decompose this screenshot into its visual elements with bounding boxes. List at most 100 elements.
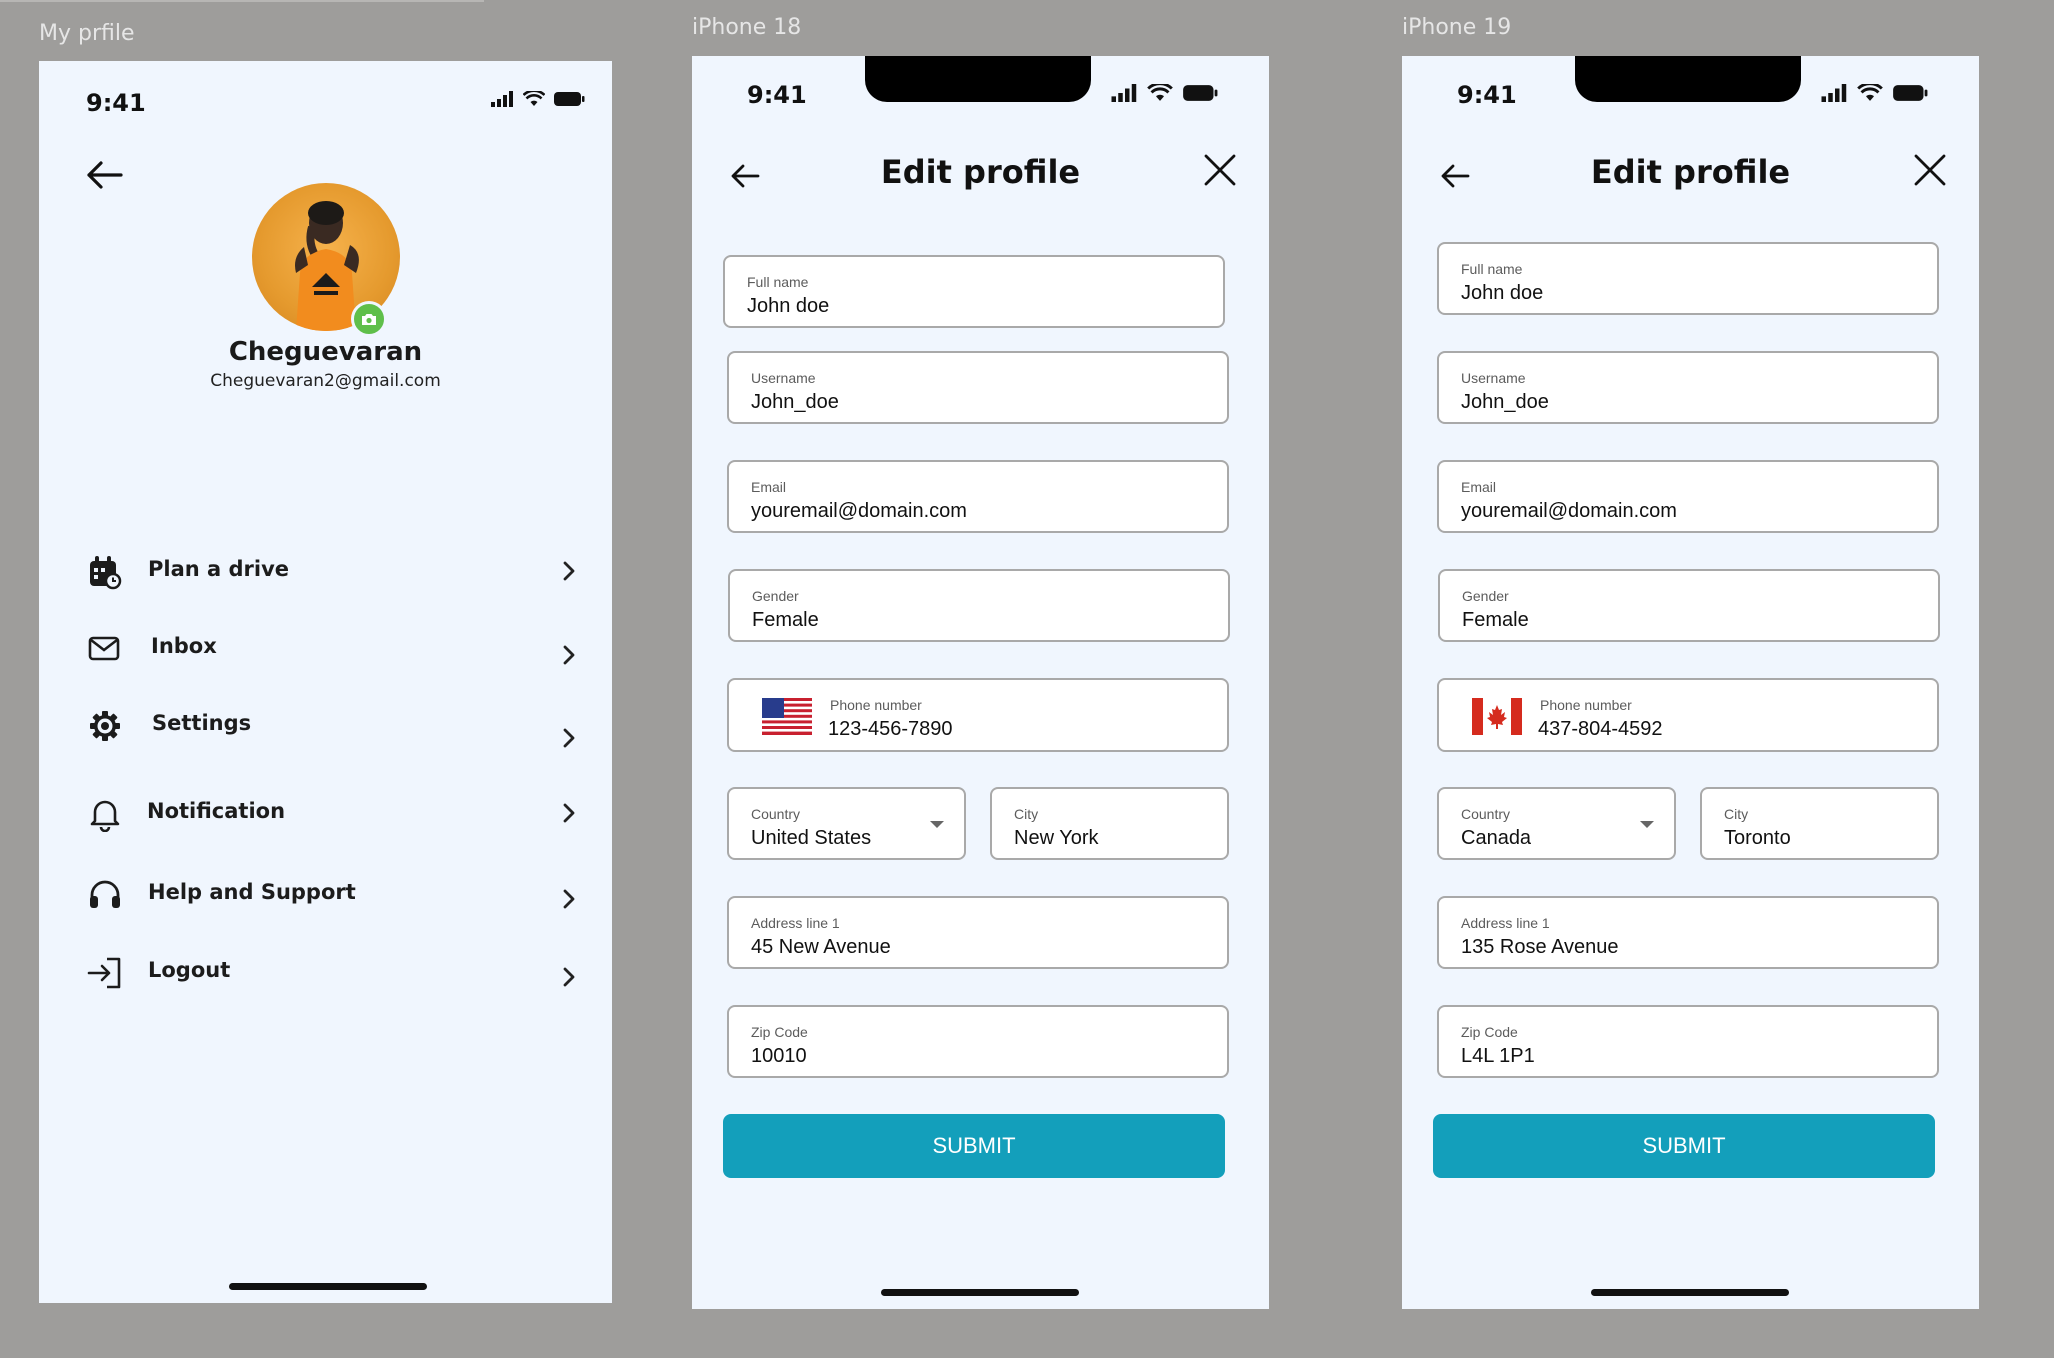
us-flag-icon[interactable] (762, 698, 812, 735)
field-label: Address line 1 (751, 915, 840, 931)
frame-label-iphone18: iPhone 18 (692, 15, 802, 40)
field-label: Zip Code (1461, 1024, 1518, 1040)
home-indicator (229, 1283, 427, 1290)
canvas-divider (0, 0, 484, 2)
chevron-right-icon (563, 967, 575, 987)
status-icons (491, 91, 585, 107)
caret-down-icon (1640, 821, 1654, 828)
profile-screen: 9:41 Cheguevaran Cheguevaran2@gmail.com … (39, 61, 612, 1303)
field-label: Gender (752, 588, 799, 604)
field-value: youremail@domain.com (751, 500, 967, 522)
menu-item-help-and-support[interactable]: Help and Support (87, 867, 587, 917)
chevron-right-icon (563, 645, 575, 665)
wifi-icon (1857, 84, 1883, 101)
field-value: Toronto (1724, 827, 1791, 849)
battery-icon (554, 92, 585, 106)
gender-field[interactable]: Gender Female (728, 569, 1230, 642)
field-value: 135 Rose Avenue (1461, 936, 1619, 958)
camera-icon[interactable] (351, 301, 387, 337)
field-label: Username (1461, 370, 1526, 386)
field-label: Phone number (830, 697, 922, 713)
back-arrow-icon[interactable] (85, 160, 123, 190)
profile-email: Cheguevaran2@gmail.com (210, 371, 441, 391)
field-value: Female (1462, 609, 1529, 631)
field-value: 45 New Avenue (751, 936, 891, 958)
country-select[interactable]: Country Canada (1437, 787, 1676, 860)
field-value: 10010 (751, 1045, 807, 1067)
field-value: 123-456-7890 (828, 718, 953, 740)
address-line-1-field[interactable]: Address line 1 45 New Avenue (727, 896, 1229, 969)
phone-number-field[interactable]: Phone number 123-456-7890 (727, 678, 1229, 752)
menu-label: Plan a drive (148, 557, 290, 581)
mail-icon (88, 636, 120, 661)
field-value: L4L 1P1 (1461, 1045, 1535, 1067)
full-name-field[interactable]: Full name John doe (723, 255, 1225, 328)
edit-profile-screen-us: 9:41 Edit profile Full name John doe Use… (692, 56, 1269, 1309)
gender-field[interactable]: Gender Female (1438, 569, 1940, 642)
status-icons (1821, 84, 1929, 102)
address-line-1-field[interactable]: Address line 1 135 Rose Avenue (1437, 896, 1939, 969)
field-label: City (1724, 806, 1749, 822)
canada-flag-icon[interactable] (1472, 698, 1522, 735)
caret-down-icon (930, 821, 944, 828)
field-label: Email (1461, 479, 1497, 495)
email-field[interactable]: Email youremail@domain.com (727, 460, 1229, 533)
field-value: youremail@domain.com (1461, 500, 1677, 522)
menu-item-inbox[interactable]: Inbox (87, 621, 587, 671)
notch (865, 56, 1091, 102)
zip-code-field[interactable]: Zip Code L4L 1P1 (1437, 1005, 1939, 1078)
field-value: 437-804-4592 (1538, 718, 1663, 740)
field-label: Full name (747, 274, 809, 290)
status-time: 9:41 (86, 89, 146, 117)
zip-code-field[interactable]: Zip Code 10010 (727, 1005, 1229, 1078)
chevron-right-icon (563, 728, 575, 748)
page-title: Edit profile (880, 153, 1081, 191)
field-value: New York (1014, 827, 1099, 849)
menu-item-settings[interactable]: Settings (87, 698, 587, 748)
menu-label: Logout (148, 958, 231, 982)
status-time: 9:41 (747, 81, 807, 109)
field-value: John doe (1461, 282, 1544, 304)
notch (1575, 56, 1801, 102)
field-value: John doe (747, 295, 830, 317)
calendar-icon (90, 556, 122, 590)
field-label: Email (751, 479, 787, 495)
battery-icon (1893, 85, 1928, 101)
field-value: United States (751, 827, 872, 849)
field-label: Country (1461, 806, 1511, 822)
city-field[interactable]: City Toronto (1700, 787, 1939, 860)
close-icon[interactable] (1202, 152, 1238, 188)
field-value: John_doe (751, 391, 839, 413)
country-select[interactable]: Country United States (727, 787, 966, 860)
full-name-field[interactable]: Full name John doe (1437, 242, 1939, 315)
field-value: Female (752, 609, 819, 631)
menu-item-logout[interactable]: Logout (87, 945, 587, 995)
wifi-icon (1147, 84, 1173, 101)
chevron-right-icon (563, 803, 575, 823)
username-field[interactable]: Username John_doe (1437, 351, 1939, 424)
wifi-icon (523, 91, 545, 106)
username-field[interactable]: Username John_doe (727, 351, 1229, 424)
menu-label: Settings (152, 711, 252, 735)
menu-label: Notification (147, 799, 286, 823)
signal-icon (1821, 84, 1847, 102)
close-icon[interactable] (1912, 152, 1948, 188)
email-field[interactable]: Email youremail@domain.com (1437, 460, 1939, 533)
field-label: Gender (1462, 588, 1509, 604)
submit-button[interactable]: SUBMIT (723, 1114, 1225, 1178)
menu-item-notification[interactable]: Notification (87, 786, 587, 836)
gear-icon (90, 711, 120, 741)
submit-button[interactable]: SUBMIT (1433, 1114, 1935, 1178)
field-value: John_doe (1461, 391, 1549, 413)
menu-item-plan-a-drive[interactable]: Plan a drive (87, 544, 587, 594)
headset-icon (90, 880, 120, 908)
field-label: Full name (1461, 261, 1523, 277)
signal-icon (491, 91, 513, 107)
page-title: Edit profile (1590, 153, 1791, 191)
frame-label-profile: My prfile (39, 21, 135, 46)
phone-number-field[interactable]: Phone number 437-804-4592 (1437, 678, 1939, 752)
city-field[interactable]: City New York (990, 787, 1229, 860)
status-time: 9:41 (1457, 81, 1517, 109)
profile-name: Cheguevaran (228, 337, 423, 367)
edit-profile-screen-ca: 9:41 Edit profile Full name John doe Use… (1402, 56, 1979, 1309)
